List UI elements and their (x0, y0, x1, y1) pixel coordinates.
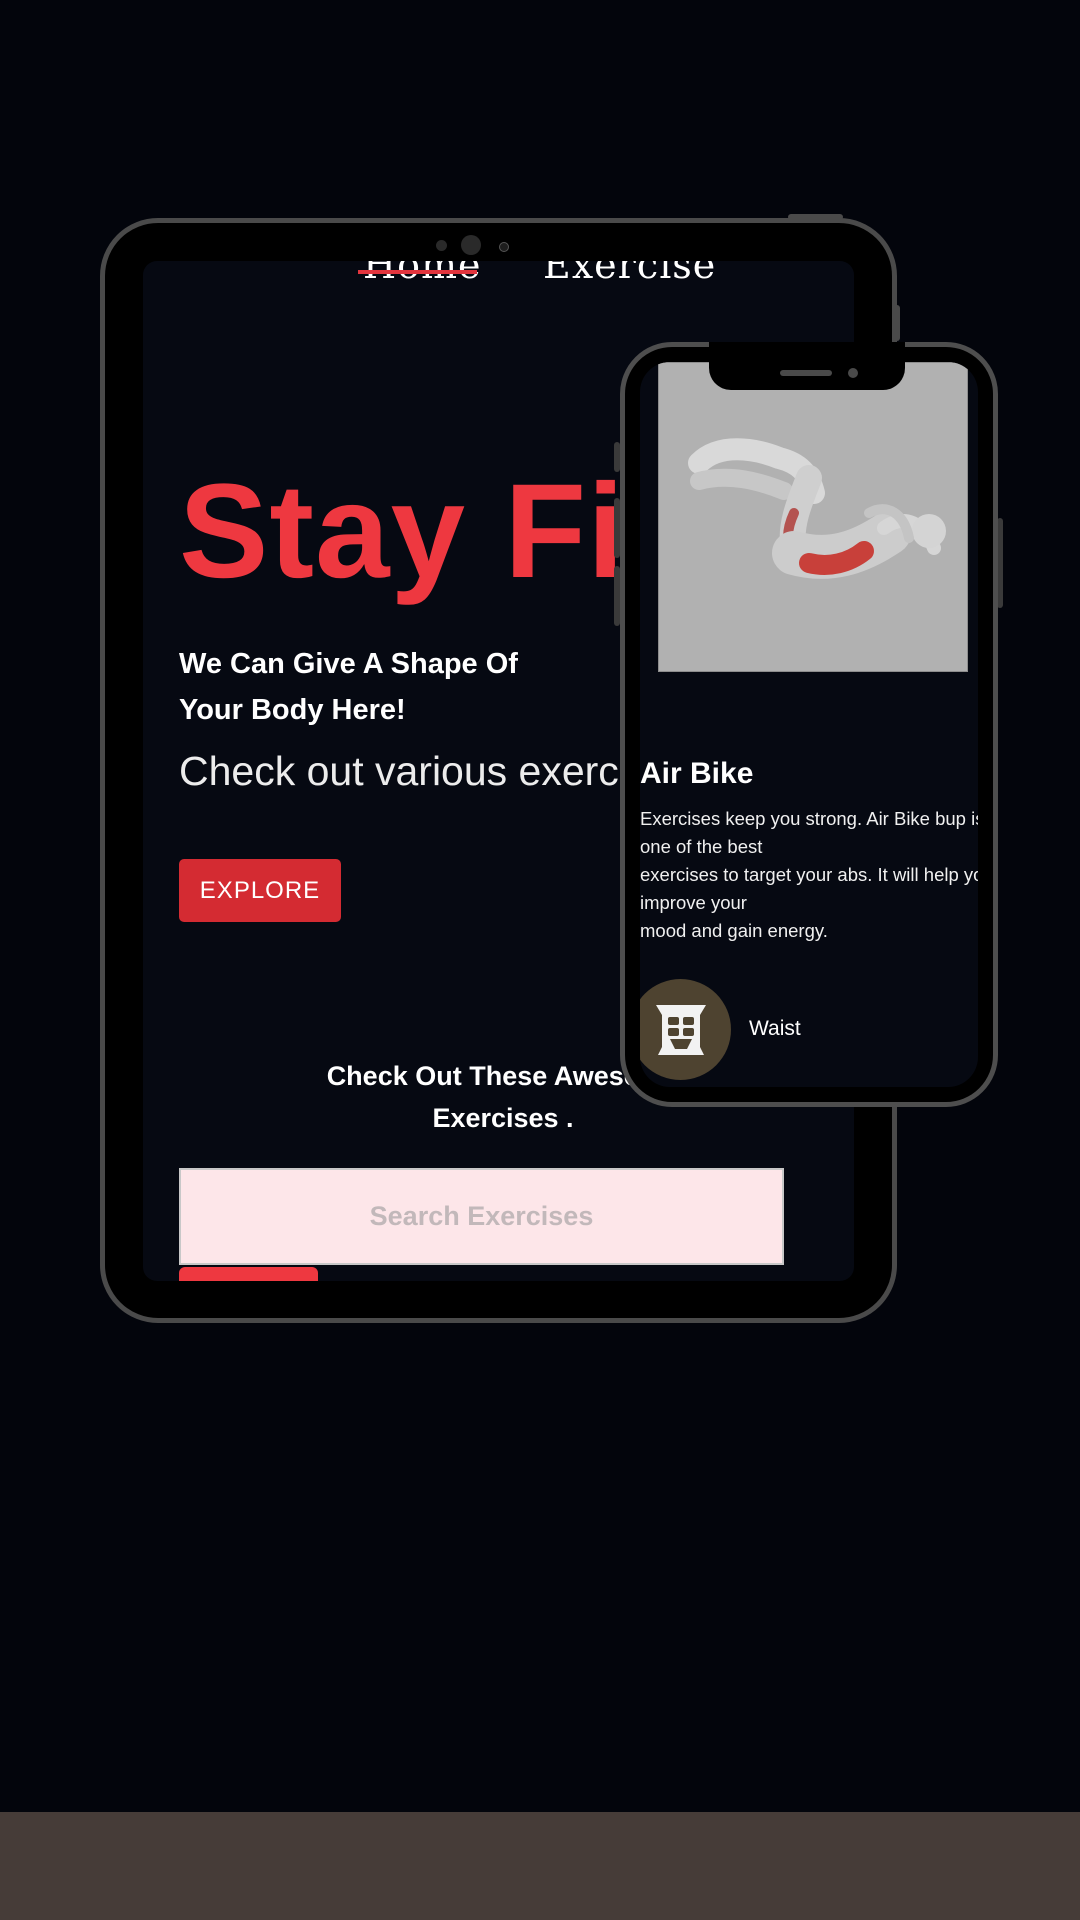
tablet-camera-icon (461, 235, 481, 255)
hero-title: Stay Fit (179, 457, 671, 606)
phone-speaker (780, 370, 832, 376)
exercise-image (658, 362, 968, 672)
explore-button[interactable]: EXPLORE (179, 859, 341, 922)
nav-home-link[interactable]: Home (363, 261, 482, 287)
exercise-title: Air Bike (640, 757, 754, 790)
exercise-description-line: one of the best (640, 836, 763, 857)
footer-band (0, 1812, 1080, 1920)
waist-tag-label: Waist (749, 1017, 801, 1040)
hero-subtitle-line: Your Body Here! (179, 694, 406, 726)
phone-front-camera-icon (848, 368, 858, 378)
tablet-light-sensor (499, 242, 509, 252)
search-input[interactable] (179, 1168, 784, 1265)
phone-screen: Air Bike Exercises keep you strong. Air … (640, 362, 978, 1087)
exercise-description-line: improve your (640, 892, 747, 913)
hero-description: Check out various exercises (179, 748, 692, 794)
hero-subtitle-line: We Can Give A Shape Of (179, 648, 518, 680)
exercise-description-line: Exercises keep you strong. Air Bike bup … (640, 808, 978, 829)
nav-active-indicator (358, 270, 477, 274)
exercise-description: Exercises keep you strong. Air Bike bup … (640, 805, 978, 945)
waist-tag-button[interactable] (640, 979, 731, 1080)
waist-abs-icon (655, 1004, 706, 1055)
hero-subtitle: We Can Give A Shape Of Your Body Here! (179, 641, 599, 733)
search-button[interactable] (179, 1267, 318, 1281)
exercise-description-line: exercises to target your abs. It will he… (640, 864, 978, 885)
abs-exercise-illustration-icon (688, 438, 946, 579)
phone-notch (709, 342, 905, 390)
nav-exercise-link[interactable]: Exercise (543, 261, 716, 287)
exercise-description-line: mood and gain energy. (640, 920, 828, 941)
phone-frame: Air Bike Exercises keep you strong. Air … (620, 342, 998, 1107)
tablet-sensor (436, 240, 447, 251)
